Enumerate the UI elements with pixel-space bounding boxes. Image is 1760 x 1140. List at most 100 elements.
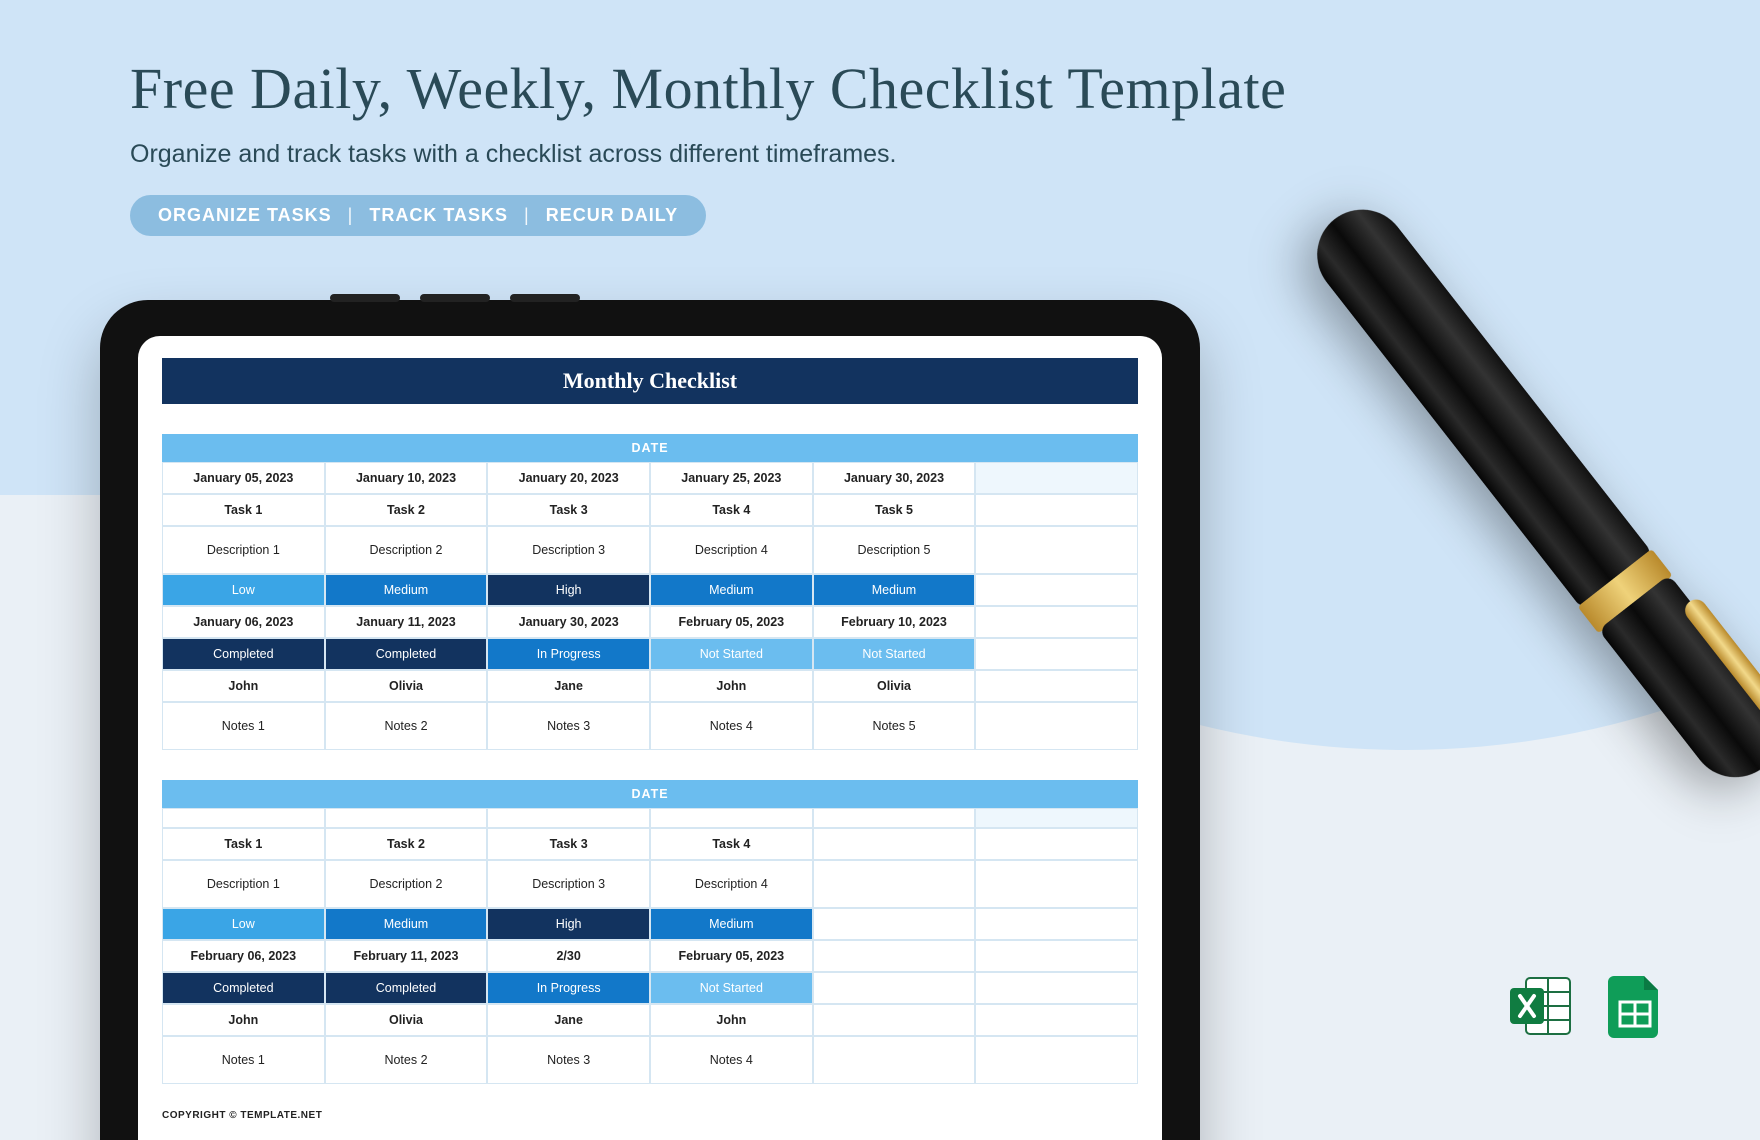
chip-track: TRACK TASKS: [369, 205, 508, 226]
cell-empty: [975, 606, 1138, 638]
cell-date: [813, 808, 976, 828]
cell-task: Task 4: [650, 494, 813, 526]
date-header: DATE: [162, 434, 1138, 462]
cell-desc: Description 5: [813, 526, 976, 574]
cell-notes: Notes 1: [162, 1036, 325, 1084]
cell-empty: [975, 670, 1138, 702]
cell-status: Completed: [162, 638, 325, 670]
cell-notes: Notes 2: [325, 702, 488, 750]
cell-date: [162, 808, 325, 828]
cell-task: Task 4: [650, 828, 813, 860]
cell-empty: [975, 638, 1138, 670]
cell-status: Completed: [162, 972, 325, 1004]
cell-owner: Olivia: [325, 670, 488, 702]
date-header: DATE: [162, 780, 1138, 808]
cell-due: 2/30: [487, 940, 650, 972]
cell-empty: [975, 940, 1138, 972]
cell-task: Task 2: [325, 828, 488, 860]
cell-empty: [975, 494, 1138, 526]
cell-priority: Low: [162, 574, 325, 606]
cell-due: January 06, 2023: [162, 606, 325, 638]
checklist-block-2: DATE Task 1 Task 2 Task 3 Task 4 Descrip…: [162, 780, 1138, 1084]
cell-date: [487, 808, 650, 828]
copyright-text: COPYRIGHT © TEMPLATE.NET: [162, 1110, 1138, 1121]
cell-empty: [975, 828, 1138, 860]
cell-empty: [975, 526, 1138, 574]
cell-date: [325, 808, 488, 828]
cell-desc: Description 3: [487, 526, 650, 574]
cell-owner: John: [650, 670, 813, 702]
cell-owner: John: [162, 670, 325, 702]
cell-desc: Description 1: [162, 860, 325, 908]
cell-priority: Medium: [813, 574, 976, 606]
chip-recur: RECUR DAILY: [546, 205, 678, 226]
cell-task: Task 1: [162, 828, 325, 860]
cell-empty: [975, 702, 1138, 750]
cell-empty: [975, 1036, 1138, 1084]
cell-due: February 05, 2023: [650, 940, 813, 972]
cell-due: January 11, 2023: [325, 606, 488, 638]
cell-priority: Medium: [650, 908, 813, 940]
feature-chips: ORGANIZE TASKS | TRACK TASKS | RECUR DAI…: [130, 195, 706, 236]
cell-owner: Jane: [487, 1004, 650, 1036]
cell-date: January 20, 2023: [487, 462, 650, 494]
sheet-title: Monthly Checklist: [162, 358, 1138, 404]
cell-desc: Description 3: [487, 860, 650, 908]
cell-notes: Notes 2: [325, 1036, 488, 1084]
cell-empty: [975, 808, 1138, 828]
cell-empty: [975, 462, 1138, 494]
cell-notes: Notes 4: [650, 702, 813, 750]
cell-empty: [975, 860, 1138, 908]
checklist-block-1: DATE January 05, 2023 January 10, 2023 J…: [162, 434, 1138, 750]
cell-notes: Notes 5: [813, 702, 976, 750]
cell-notes: Notes 3: [487, 1036, 650, 1084]
cell-due: February 10, 2023: [813, 606, 976, 638]
page-subtitle: Organize and track tasks with a checklis…: [130, 140, 1760, 169]
cell-empty: [813, 972, 976, 1004]
cell-priority: Medium: [325, 908, 488, 940]
excel-icon: [1508, 972, 1576, 1040]
cell-priority: Medium: [650, 574, 813, 606]
cell-desc: Description 2: [325, 526, 488, 574]
cell-empty: [975, 1004, 1138, 1036]
cell-task: Task 3: [487, 828, 650, 860]
cell-date: January 05, 2023: [162, 462, 325, 494]
cell-date: January 25, 2023: [650, 462, 813, 494]
cell-date: [650, 808, 813, 828]
cell-empty: [813, 1004, 976, 1036]
cell-task: Task 1: [162, 494, 325, 526]
cell-due: February 06, 2023: [162, 940, 325, 972]
cell-status: Not Started: [650, 638, 813, 670]
cell-owner: Olivia: [813, 670, 976, 702]
cell-priority: Medium: [325, 574, 488, 606]
page-title: Free Daily, Weekly, Monthly Checklist Te…: [130, 55, 1760, 122]
cell-notes: Notes 4: [650, 1036, 813, 1084]
cell-notes: Notes 3: [487, 702, 650, 750]
chip-separator: |: [348, 205, 354, 226]
cell-due: February 05, 2023: [650, 606, 813, 638]
cell-empty: [975, 972, 1138, 1004]
cell-status: Completed: [325, 972, 488, 1004]
cell-priority: High: [487, 908, 650, 940]
cell-desc: Description 4: [650, 526, 813, 574]
tablet-screen: Monthly Checklist DATE January 05, 2023 …: [138, 336, 1162, 1140]
cell-due: February 11, 2023: [325, 940, 488, 972]
cell-empty: [975, 574, 1138, 606]
cell-empty: [813, 908, 976, 940]
chip-organize: ORGANIZE TASKS: [158, 205, 332, 226]
cell-empty: [975, 908, 1138, 940]
cell-owner: Olivia: [325, 1004, 488, 1036]
cell-desc: Description 1: [162, 526, 325, 574]
cell-task: Task 2: [325, 494, 488, 526]
cell-empty: [813, 860, 976, 908]
cell-notes: Notes 1: [162, 702, 325, 750]
cell-desc: Description 2: [325, 860, 488, 908]
cell-status: Completed: [325, 638, 488, 670]
cell-status: In Progress: [487, 972, 650, 1004]
cell-status: In Progress: [487, 638, 650, 670]
cell-priority: High: [487, 574, 650, 606]
cell-priority: Low: [162, 908, 325, 940]
cell-task: Task 3: [487, 494, 650, 526]
cell-owner: John: [650, 1004, 813, 1036]
chip-separator: |: [524, 205, 530, 226]
